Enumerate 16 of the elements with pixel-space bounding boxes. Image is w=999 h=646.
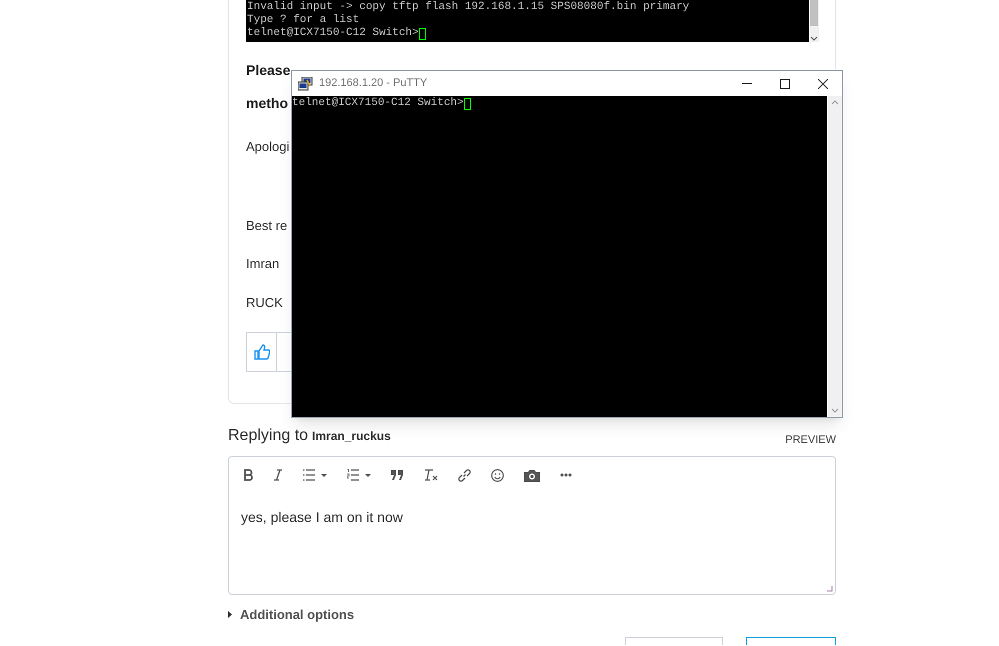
post-text: metho	[246, 94, 288, 113]
reply-text: yes, please I am on it now	[241, 508, 404, 527]
post-text: Imran	[246, 255, 280, 273]
editor-field[interactable]: yes, please I am on it now	[228, 456, 836, 595]
terminal-prompt: telnet@ICX7150-C12 Switch>	[292, 97, 464, 110]
terminal-screenshot: Invalid input -> copy tftp flash 192.168.1.15 SPS08080f.bin primary Type ? for a list telnet@ICX7150-C12 Switch>	[246, 0, 809, 42]
replying-label: Replying to	[228, 426, 308, 446]
post-text: Please	[246, 61, 290, 80]
terminal[interactable]: telnet@ICX7150-C12 Switch>	[292, 96, 827, 417]
post-text: RUCK	[246, 294, 283, 312]
post-text: Apologi	[246, 138, 290, 156]
additional-options-toggle[interactable]: Additional options	[228, 605, 354, 624]
window-title: 192.168.1.20 - PuTTY	[319, 76, 428, 92]
username: Imran_ruckus	[312, 428, 391, 445]
preview-button[interactable]: PREVIEW	[785, 432, 836, 448]
post-text: Best re	[246, 216, 288, 234]
